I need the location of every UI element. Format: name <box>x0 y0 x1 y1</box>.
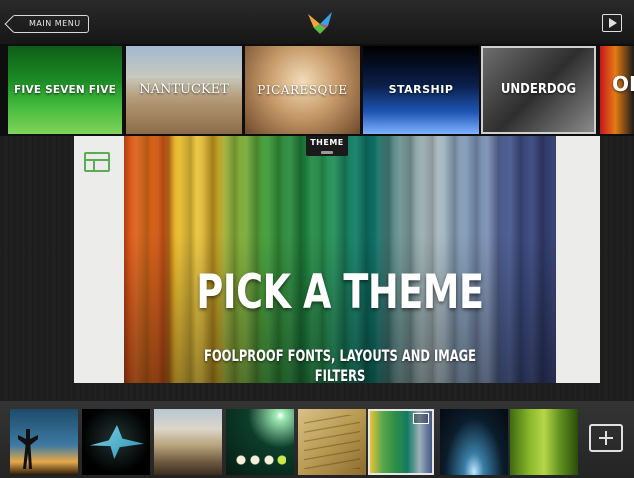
theme-tab-label: THEME <box>310 138 344 147</box>
theme-strip: FIVE SEVEN FIVE NANTUCKET PICARESQUE STA… <box>0 44 634 136</box>
main-menu-button[interactable]: MAIN MENU <box>12 15 89 33</box>
theme-starship[interactable]: STARSHIP <box>363 46 479 134</box>
filmstrip-thumb[interactable] <box>440 409 508 475</box>
cover-subline[interactable]: FOOLPROOF FONTS, LAYOUTS AND IMAGE FILTE… <box>184 346 495 386</box>
main-menu-label: MAIN MENU <box>29 19 81 28</box>
filmstrip-thumb[interactable] <box>510 409 578 475</box>
filmstrip-thumb[interactable] <box>226 409 294 475</box>
filmstrip-thumb[interactable] <box>298 409 366 475</box>
filmstrip <box>0 401 634 478</box>
theme-title: FIVE SEVEN FIVE <box>14 84 116 96</box>
theme-title: OI <box>612 72 634 96</box>
play-icon[interactable] <box>602 14 622 32</box>
theme-partial[interactable]: OI <box>600 46 634 134</box>
layout-icon[interactable] <box>84 152 110 172</box>
app-logo-icon <box>308 12 332 34</box>
theme-title: UNDERDOG <box>500 82 577 97</box>
add-icon[interactable] <box>589 424 623 452</box>
theme-title: STARSHIP <box>388 83 454 96</box>
filmstrip-thumb[interactable] <box>82 409 150 475</box>
filmstrip-thumb-selected[interactable] <box>368 409 434 475</box>
theme-tab[interactable]: THEME <box>306 136 348 156</box>
cover-headline[interactable]: PICK A THEME <box>172 268 509 318</box>
filmstrip-thumb[interactable] <box>10 409 78 475</box>
theme-nantucket[interactable]: NANTUCKET <box>126 46 242 134</box>
top-bar: MAIN MENU <box>0 0 634 44</box>
filmstrip-thumb[interactable] <box>154 409 222 475</box>
theme-picaresque[interactable]: PICARESQUE <box>245 46 360 134</box>
image-icon <box>413 413 429 424</box>
theme-five-seven-five[interactable]: FIVE SEVEN FIVE <box>8 46 122 134</box>
theme-title: PICARESQUE <box>257 83 348 97</box>
theme-underdog[interactable]: UNDERDOG <box>481 46 596 134</box>
theme-title: NANTUCKET <box>139 82 229 97</box>
